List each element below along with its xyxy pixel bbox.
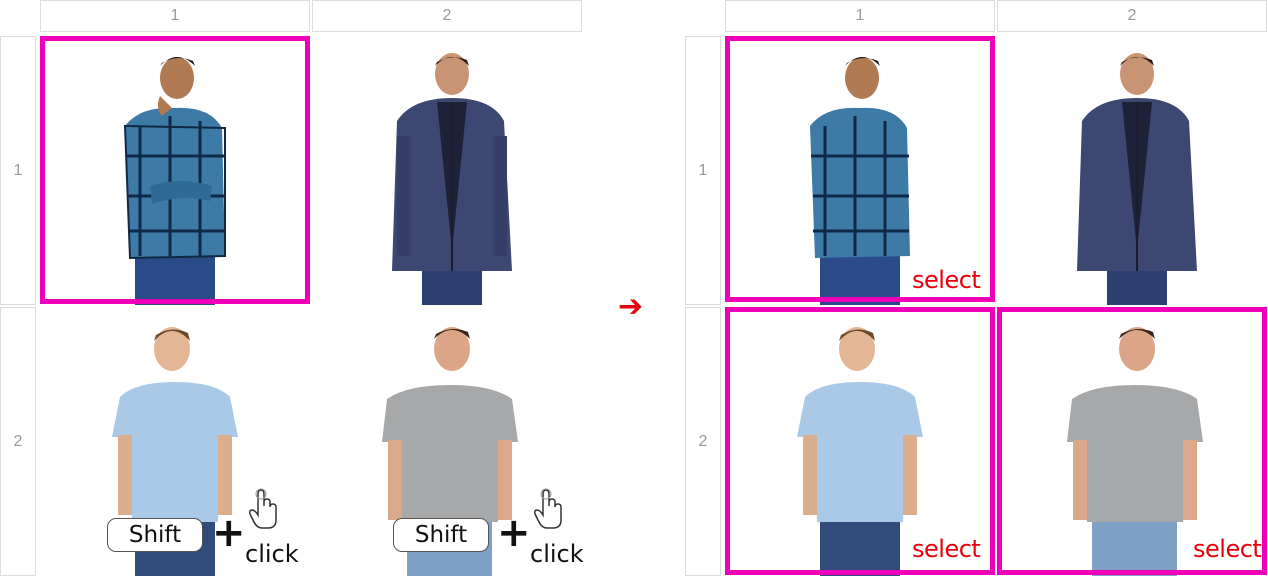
navy-jacket-man-photo bbox=[392, 53, 512, 305]
navy-jacket-man-photo bbox=[1077, 53, 1197, 305]
plus-sign: + bbox=[212, 510, 246, 556]
click-label: click bbox=[530, 540, 584, 568]
row-header-1[interactable]: 1 bbox=[685, 36, 721, 305]
select-label: select bbox=[1193, 535, 1262, 563]
plaid-shirt-man-photo bbox=[123, 57, 226, 305]
pointer-hand-icon bbox=[534, 488, 562, 529]
plaid-shirt-man-photo bbox=[810, 57, 910, 305]
select-label: select bbox=[912, 535, 981, 563]
column-header-2[interactable]: 2 bbox=[997, 0, 1267, 32]
column-header-1[interactable]: 1 bbox=[40, 0, 310, 32]
transition-arrow-icon: ➔ bbox=[618, 290, 644, 323]
row-header-2[interactable]: 2 bbox=[0, 307, 36, 576]
select-label: select bbox=[912, 266, 981, 294]
column-header-2[interactable]: 2 bbox=[312, 0, 582, 32]
column-header-1[interactable]: 1 bbox=[725, 0, 995, 32]
pointer-hand-icon bbox=[249, 488, 277, 529]
click-label: click bbox=[245, 540, 299, 568]
row-header-1[interactable]: 1 bbox=[0, 36, 36, 305]
shift-key-icon: Shift bbox=[393, 518, 489, 552]
image-cell-navy-jacket-man[interactable] bbox=[997, 36, 1267, 305]
image-cell-plaid-shirt-man[interactable] bbox=[725, 36, 995, 305]
image-cell-navy-jacket-man[interactable] bbox=[312, 36, 582, 305]
row-header-2[interactable]: 2 bbox=[685, 307, 721, 576]
plus-sign: + bbox=[497, 510, 531, 556]
shift-key-icon: Shift bbox=[107, 518, 203, 552]
image-cell-plaid-shirt-man[interactable] bbox=[40, 36, 310, 305]
